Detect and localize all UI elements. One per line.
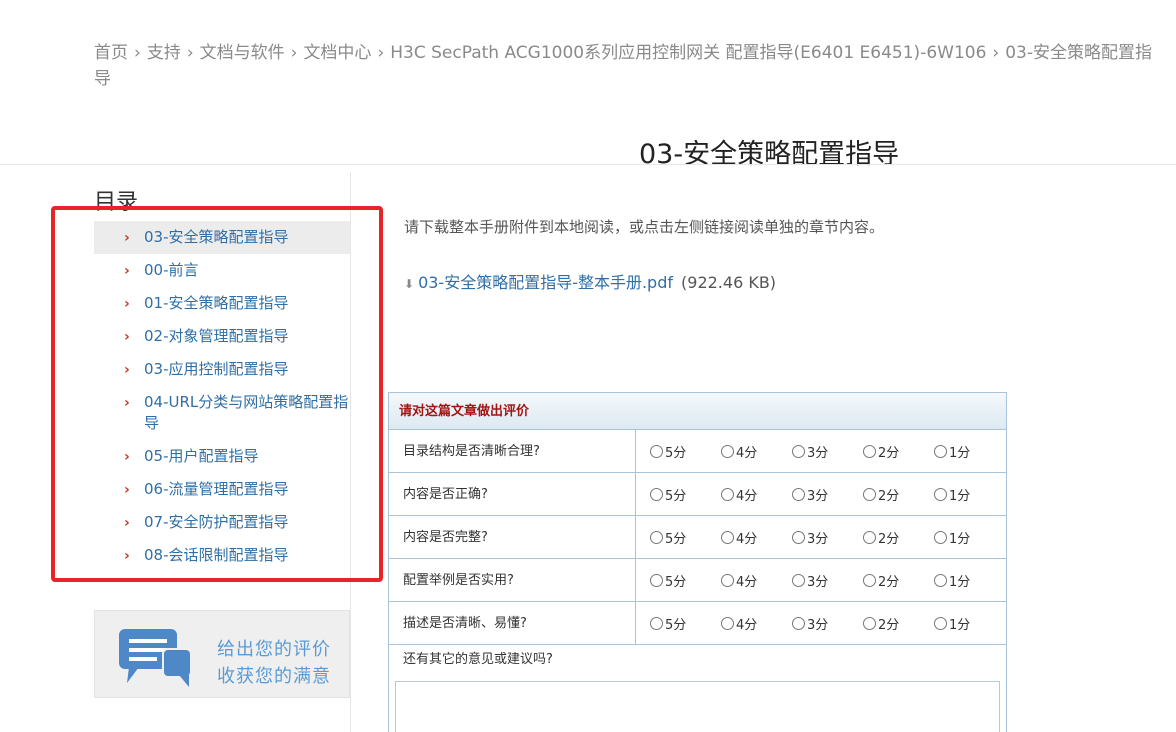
radio-button[interactable]	[650, 573, 663, 587]
radio-button[interactable]	[792, 530, 805, 544]
breadcrumb-docs-software[interactable]: 文档与软件	[200, 43, 285, 63]
radio-button[interactable]	[650, 530, 663, 544]
file-size: (922.46 KB)	[681, 273, 777, 292]
radio-button[interactable]	[934, 573, 947, 587]
highlight-box	[51, 206, 383, 582]
rating-question: 目录结构是否清晰合理?	[389, 430, 636, 472]
intro-text: 请下载整本手册附件到本地阅读，或点击左侧链接阅读单独的章节内容。	[404, 218, 885, 236]
rating-option-5[interactable]: 5分	[650, 571, 721, 590]
rating-question: 配置举例是否实用?	[389, 559, 636, 601]
rating-option-3[interactable]: 3分	[792, 571, 863, 590]
rating-option-2[interactable]: 2分	[863, 571, 934, 590]
radio-button[interactable]	[934, 616, 947, 630]
download-row: ⬇ 03-安全策略配置指导-整本手册.pdf (922.46 KB)	[404, 269, 776, 293]
rating-row: 内容是否完整? 5分 4分 3分 2分 1分	[389, 516, 1006, 559]
feedback-banner[interactable]: 给出您的评价 收获您的满意	[94, 610, 350, 698]
radio-button[interactable]	[650, 616, 663, 630]
rating-option-1[interactable]: 1分	[934, 614, 1005, 633]
radio-button[interactable]	[863, 444, 876, 458]
banner-text: 给出您的评价	[217, 639, 331, 660]
radio-button[interactable]	[721, 573, 734, 587]
rating-row: 内容是否正确? 5分 4分 3分 2分 1分	[389, 473, 1006, 516]
rating-option-2[interactable]: 2分	[863, 614, 934, 633]
rating-option-4[interactable]: 4分	[721, 528, 792, 547]
rating-option-4[interactable]: 4分	[721, 614, 792, 633]
rating-question: 内容是否正确?	[389, 473, 636, 515]
radio-button[interactable]	[863, 573, 876, 587]
chat-bubble-icon	[119, 629, 192, 687]
breadcrumb-support[interactable]: 支持	[147, 43, 181, 63]
download-icon: ⬇	[404, 277, 415, 291]
rating-option-2[interactable]: 2分	[863, 442, 934, 461]
radio-button[interactable]	[792, 616, 805, 630]
radio-button[interactable]	[792, 444, 805, 458]
breadcrumb-product[interactable]: H3C SecPath ACG1000系列应用控制网关 配置指导(E6401 E…	[390, 43, 986, 63]
breadcrumb-separator: ›	[290, 43, 298, 63]
radio-button[interactable]	[863, 616, 876, 630]
rating-question: 描述是否清晰、易懂?	[389, 602, 636, 644]
rating-option-2[interactable]: 2分	[863, 485, 934, 504]
other-feedback-label: 还有其它的意见或建议吗?	[403, 652, 553, 667]
rating-option-3[interactable]: 3分	[792, 528, 863, 547]
rating-option-5[interactable]: 5分	[650, 485, 721, 504]
breadcrumb-separator: ›	[134, 43, 141, 63]
banner-text: 收获您的满意	[217, 666, 331, 687]
feedback-textarea-wrap	[389, 677, 1006, 732]
rating-option-5[interactable]: 5分	[650, 528, 721, 547]
breadcrumb-separator: ›	[377, 43, 385, 63]
rating-options: 5分 4分 3分 2分 1分	[636, 602, 1006, 644]
radio-button[interactable]	[792, 487, 805, 501]
rating-option-4[interactable]: 4分	[721, 485, 792, 504]
rating-option-4[interactable]: 4分	[721, 571, 792, 590]
radio-button[interactable]	[650, 444, 663, 458]
rating-option-1[interactable]: 1分	[934, 571, 1005, 590]
rating-option-3[interactable]: 3分	[792, 485, 863, 504]
rating-option-5[interactable]: 5分	[650, 442, 721, 461]
rating-option-1[interactable]: 1分	[934, 528, 1005, 547]
breadcrumb-doc-center[interactable]: 文档中心	[303, 43, 371, 63]
radio-button[interactable]	[792, 573, 805, 587]
rating-option-4[interactable]: 4分	[721, 442, 792, 461]
radio-button[interactable]	[650, 487, 663, 501]
breadcrumb: 首页 › 支持 › 文档与软件 › 文档中心 › H3C SecPath ACG1000系列应用…	[94, 40, 1154, 92]
rating-option-1[interactable]: 1分	[934, 485, 1005, 504]
radio-button[interactable]	[721, 530, 734, 544]
radio-button[interactable]	[721, 616, 734, 630]
rating-options: 5分 4分 3分 2分 1分	[636, 430, 1006, 472]
breadcrumb-home[interactable]: 首页	[94, 43, 128, 63]
rating-row: 配置举例是否实用? 5分 4分 3分 2分 1分	[389, 559, 1006, 602]
rating-row: 目录结构是否清晰合理? 5分 4分 3分 2分 1分	[389, 430, 1006, 473]
rating-option-2[interactable]: 2分	[863, 528, 934, 547]
rating-option-1[interactable]: 1分	[934, 442, 1005, 461]
rating-question: 内容是否完整?	[389, 516, 636, 558]
radio-button[interactable]	[721, 444, 734, 458]
divider	[0, 164, 1176, 165]
rating-options: 5分 4分 3分 2分 1分	[636, 473, 1006, 515]
radio-button[interactable]	[934, 444, 947, 458]
rating-form: 请对这篇文章做出评价 目录结构是否清晰合理? 5分 4分 3分 2分 1分 内容…	[388, 392, 1007, 732]
radio-button[interactable]	[934, 530, 947, 544]
radio-button[interactable]	[934, 487, 947, 501]
rating-option-5[interactable]: 5分	[650, 614, 721, 633]
rating-row: 描述是否清晰、易懂? 5分 4分 3分 2分 1分	[389, 602, 1006, 645]
radio-button[interactable]	[863, 530, 876, 544]
radio-button[interactable]	[863, 487, 876, 501]
feedback-textarea[interactable]	[395, 681, 1000, 732]
breadcrumb-separator: ›	[992, 43, 1000, 63]
rating-options: 5分 4分 3分 2分 1分	[636, 559, 1006, 601]
page-title: 03-安全策略配置指导	[639, 139, 900, 170]
rating-title: 请对这篇文章做出评价	[389, 393, 1006, 430]
rating-option-3[interactable]: 3分	[792, 442, 863, 461]
rating-option-3[interactable]: 3分	[792, 614, 863, 633]
download-link[interactable]: 03-安全策略配置指导-整本手册.pdf	[418, 273, 673, 292]
rating-options: 5分 4分 3分 2分 1分	[636, 516, 1006, 558]
radio-button[interactable]	[721, 487, 734, 501]
breadcrumb-separator: ›	[186, 43, 194, 63]
